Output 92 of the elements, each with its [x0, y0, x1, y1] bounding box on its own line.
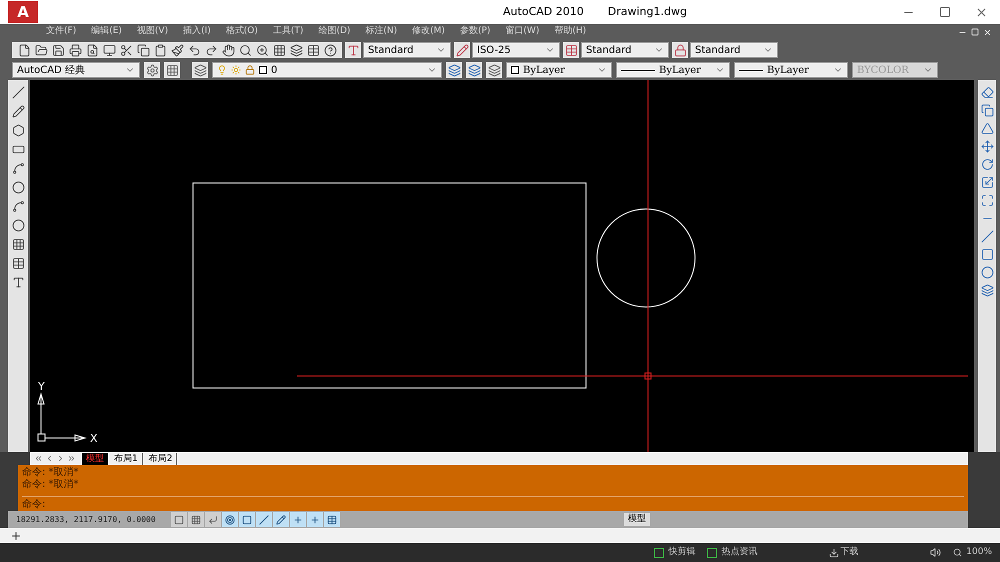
move-icon[interactable]	[979, 138, 995, 154]
color-swatch	[259, 66, 267, 74]
grid-icon[interactable]	[191, 514, 201, 524]
printer-icon[interactable]	[67, 42, 83, 58]
menu-item[interactable]: 帮助(H)	[554, 25, 586, 39]
menu-item[interactable]: 工具(T)	[272, 25, 304, 39]
download-link[interactable]: 下载	[829, 546, 858, 560]
color-swatch	[511, 66, 519, 74]
first-tab-icon[interactable]	[34, 454, 43, 463]
window-title: AutoCAD 2010	[503, 4, 584, 20]
drafting-toggle[interactable]	[222, 512, 238, 527]
text-style-icon[interactable]	[345, 42, 361, 58]
layers-icon[interactable]	[192, 62, 208, 78]
menu-item[interactable]: 修改(M)	[412, 25, 445, 39]
menu-item[interactable]: 窗口(W)	[505, 25, 540, 39]
style-dropdown[interactable]: Standard	[581, 42, 669, 58]
ucs-y-label: Y	[38, 380, 45, 393]
table-icon[interactable]	[305, 42, 321, 58]
menu-item[interactable]: 编辑(E)	[91, 25, 122, 39]
close-icon[interactable]	[975, 6, 988, 18]
color-dropdown[interactable]: ByLayer	[506, 62, 612, 78]
workspace-dropdown[interactable]: AutoCAD 经典	[12, 62, 140, 78]
circle-icon[interactable]	[10, 179, 26, 195]
table-icon[interactable]	[10, 255, 26, 271]
plus-icon[interactable]	[10, 530, 22, 542]
pencil-icon[interactable]	[10, 103, 26, 119]
taskbar-item[interactable]: 快剪辑	[654, 546, 696, 560]
layers-icon[interactable]	[446, 62, 462, 78]
rotate-icon[interactable]	[979, 156, 995, 172]
ucs-axis-drawing	[37, 392, 87, 442]
zoom-window-icon[interactable]	[254, 42, 270, 58]
menu-item[interactable]: 标注(N)	[365, 25, 398, 39]
layout-tab[interactable]: 模型	[82, 452, 108, 464]
drafting-toggle[interactable]	[324, 512, 340, 527]
layers-icon[interactable]	[486, 62, 502, 78]
model-space-button[interactable]: 模型	[624, 512, 650, 526]
speaker-icon[interactable]	[930, 547, 942, 558]
style-dropdown[interactable]: Standard	[690, 42, 778, 58]
lineweight-dropdown[interactable]: ByLayer	[734, 62, 848, 78]
maximize-icon[interactable]	[939, 6, 951, 18]
restore-icon[interactable]	[971, 28, 979, 36]
style-dropdown[interactable]: Standard	[363, 42, 451, 58]
arc-icon[interactable]	[10, 160, 26, 176]
save-icon[interactable]	[50, 42, 66, 58]
lock-icon[interactable]	[245, 65, 255, 75]
download-icon	[829, 548, 840, 558]
close-icon[interactable]	[983, 28, 992, 36]
layers-icon[interactable]	[288, 42, 304, 58]
drafting-toggle[interactable]	[205, 512, 221, 527]
zoom-level[interactable]: 100%	[953, 546, 992, 560]
drafting-toggle[interactable]	[188, 512, 204, 527]
ucs-x-label: X	[90, 432, 98, 445]
menu-item[interactable]: 文件(F)	[46, 25, 76, 39]
grid-icon[interactable]	[164, 62, 180, 78]
polygon-icon[interactable]	[10, 122, 26, 138]
line-icon[interactable]	[10, 84, 26, 100]
settings-icon[interactable]	[144, 62, 160, 78]
eraser-icon[interactable]	[979, 84, 995, 100]
command-history-line: 命令: *取消*	[22, 467, 80, 478]
drafting-toggle[interactable]	[239, 512, 255, 527]
drafting-toggle[interactable]	[171, 512, 187, 527]
layers-icon[interactable]	[466, 62, 482, 78]
zoom-icon[interactable]	[237, 42, 253, 58]
style-dropdown[interactable]: ISO-25	[472, 42, 560, 58]
last-tab-icon[interactable]	[67, 454, 76, 463]
drafting-toggle[interactable]	[290, 512, 306, 527]
menu-item[interactable]: 格式(O)	[226, 25, 258, 39]
folder-icon[interactable]	[33, 42, 49, 58]
coordinates: 18291.2833, 2117.9170, 0.0000	[16, 514, 157, 526]
help-icon[interactable]	[322, 42, 338, 58]
taskbar-item[interactable]: 热点资讯	[707, 546, 758, 560]
menu-item[interactable]: 参数(P)	[460, 25, 490, 39]
menu-item[interactable]: 插入(I)	[183, 25, 211, 39]
drafting-toggle[interactable]	[273, 512, 289, 527]
previous-tab-icon[interactable]	[45, 454, 54, 463]
brush-icon[interactable]	[169, 42, 185, 58]
menu-item[interactable]: 绘图(D)	[318, 25, 350, 39]
linetype-dropdown[interactable]: ByLayer	[616, 62, 730, 78]
app-logo[interactable]: A	[8, 1, 38, 23]
copy-icon[interactable]	[135, 42, 151, 58]
drafting-toggle[interactable]	[307, 512, 323, 527]
hand-icon[interactable]	[220, 42, 236, 58]
command-prompt: 命令:	[22, 499, 46, 510]
drafting-toggle[interactable]	[256, 512, 272, 527]
command-history-line: 命令: *取消*	[22, 479, 80, 491]
copy-icon[interactable]	[979, 102, 995, 118]
layer-dropdown[interactable]: 0	[212, 62, 442, 78]
document-title: Drawing1.dwg	[608, 4, 687, 20]
cut-icon[interactable]	[118, 42, 134, 58]
menu-item[interactable]: 视图(V)	[136, 25, 168, 39]
search-icon	[953, 548, 962, 557]
next-tab-icon[interactable]	[56, 454, 65, 463]
